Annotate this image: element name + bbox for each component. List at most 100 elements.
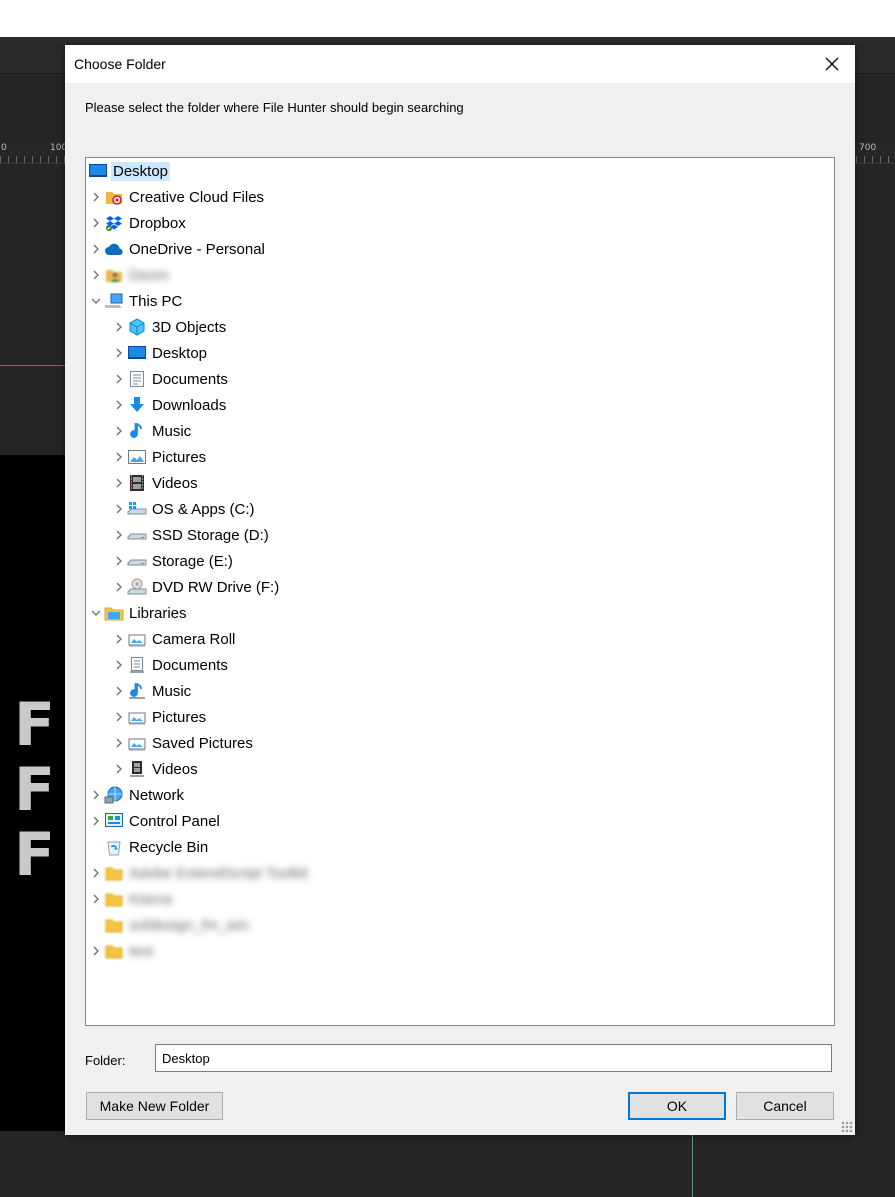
tree-item[interactable]: Videos: [111, 471, 200, 495]
chevron-right-icon[interactable]: [111, 627, 127, 651]
chevron-right-icon[interactable]: [88, 237, 104, 261]
tree-item-label: Dropbox: [129, 214, 186, 232]
ruler-label: 0: [1, 143, 7, 153]
tree-item[interactable]: Network: [88, 783, 186, 807]
chevron-right-icon[interactable]: [88, 263, 104, 287]
ok-button[interactable]: OK: [628, 1092, 726, 1120]
tree-item[interactable]: Deom: [88, 263, 171, 287]
tree-item[interactable]: Creative Cloud Files: [88, 185, 266, 209]
tree-item-label: Documents: [152, 656, 228, 674]
tree-item[interactable]: Videos: [111, 757, 200, 781]
tree-item[interactable]: Recycle Bin: [88, 835, 210, 859]
cancel-button[interactable]: Cancel: [736, 1092, 834, 1120]
tree-item[interactable]: Music: [111, 679, 193, 703]
tree-item[interactable]: Pictures: [111, 445, 208, 469]
dialog-title-bar: Choose Folder: [65, 45, 855, 83]
tree-item-label: Videos: [152, 474, 198, 492]
chevron-down-icon[interactable]: [88, 601, 104, 625]
documents-icon: [127, 369, 147, 389]
chevron-right-icon[interactable]: [111, 445, 127, 469]
tree-item[interactable]: OneDrive - Personal: [88, 237, 267, 261]
chevron-right-icon[interactable]: [111, 731, 127, 755]
tree-item[interactable]: DVD RW Drive (F:): [111, 575, 281, 599]
tree-item[interactable]: Pictures: [111, 705, 208, 729]
chevron-right-icon[interactable]: [111, 523, 127, 547]
library-music-icon: [127, 681, 147, 701]
chevron-right-icon[interactable]: [88, 887, 104, 911]
tree-item[interactable]: Desktop: [111, 341, 209, 365]
tree-item[interactable]: OS & Apps (C:): [111, 497, 257, 521]
tree-item[interactable]: Saved Pictures: [111, 731, 255, 755]
choose-folder-dialog: Choose Folder Please select the folder w…: [65, 45, 855, 1135]
chevron-right-icon[interactable]: [88, 185, 104, 209]
close-button[interactable]: [809, 45, 855, 83]
libraries-icon: [104, 603, 124, 623]
tree-item[interactable]: Klarna: [88, 887, 174, 911]
guide-line: [0, 365, 70, 366]
chevron-right-icon[interactable]: [88, 783, 104, 807]
chevron-right-icon[interactable]: [111, 367, 127, 391]
tree-item-label: sofdesign_fm_win: [129, 916, 250, 934]
control-panel-icon: [104, 811, 124, 831]
folder-input[interactable]: [155, 1044, 832, 1072]
chevron-right-icon[interactable]: [111, 549, 127, 573]
chevron-right-icon[interactable]: [111, 471, 127, 495]
ruler-label: 700: [859, 143, 877, 153]
tree-item[interactable]: Documents: [111, 367, 230, 391]
chevron-right-icon[interactable]: [111, 575, 127, 599]
pictures-icon: [127, 447, 147, 467]
chevron-right-icon[interactable]: [88, 211, 104, 235]
tree-item-label: Desktop: [111, 161, 171, 181]
tree-item[interactable]: Downloads: [111, 393, 228, 417]
chevron-down-icon[interactable]: [88, 289, 104, 313]
tree-item-label: Deom: [129, 266, 170, 284]
tree-item[interactable]: Adobe ExtendScript Toolkit: [88, 861, 310, 885]
chevron-right-icon[interactable]: [88, 939, 104, 963]
chevron-right-icon[interactable]: [111, 393, 127, 417]
music-note-icon: [127, 421, 147, 441]
dialog-title: Choose Folder: [74, 56, 166, 72]
tree-item[interactable]: Dropbox: [88, 211, 188, 235]
make-new-folder-button[interactable]: Make New Folder: [86, 1092, 223, 1120]
tree-item[interactable]: Libraries: [88, 601, 189, 625]
top-white-strip: [0, 0, 895, 37]
chevron-right-icon[interactable]: [111, 653, 127, 677]
chevron-right-icon[interactable]: [111, 705, 127, 729]
tree-item[interactable]: Desktop: [88, 159, 171, 183]
resize-grip-icon[interactable]: [841, 1121, 853, 1133]
tree-item-label: OS & Apps (C:): [152, 500, 255, 518]
chevron-right-icon[interactable]: [88, 809, 104, 833]
tree-item[interactable]: SSD Storage (D:): [111, 523, 271, 547]
tree-item[interactable]: Documents: [111, 653, 230, 677]
drive-icon: [127, 525, 147, 545]
tree-item[interactable]: Music: [111, 419, 193, 443]
tree-item-label: Pictures: [152, 448, 207, 466]
chevron-right-icon[interactable]: [111, 341, 127, 365]
tree-item[interactable]: Storage (E:): [111, 549, 235, 573]
tree-item-label: Documents: [152, 370, 228, 388]
chevron-right-icon[interactable]: [111, 679, 127, 703]
tree-item[interactable]: Control Panel: [88, 809, 222, 833]
chevron-right-icon[interactable]: [111, 497, 127, 521]
tree-item-label: OneDrive - Personal: [129, 240, 265, 258]
tree-item[interactable]: Camera Roll: [111, 627, 237, 651]
tree-item-label: test: [129, 942, 154, 960]
folder-icon: [104, 863, 124, 883]
computer-icon: [104, 291, 124, 311]
tree-item[interactable]: test: [88, 939, 155, 963]
chevron-right-icon[interactable]: [111, 757, 127, 781]
chevron-right-icon[interactable]: [111, 315, 127, 339]
folder-tree[interactable]: Desktop Creative Cloud Files Dropbox OneDri…: [85, 157, 835, 1026]
tree-item[interactable]: This PC: [88, 289, 184, 313]
folder-label: Folder:: [85, 1053, 126, 1068]
tree-item[interactable]: 3D Objects: [111, 315, 228, 339]
creative-cloud-folder-icon: [104, 187, 124, 207]
chevron-right-icon[interactable]: [111, 419, 127, 443]
tree-item-label: Videos: [152, 760, 198, 778]
library-videos-icon: [127, 759, 147, 779]
dropbox-icon: [104, 213, 124, 233]
tree-item[interactable]: sofdesign_fm_win: [88, 913, 251, 937]
chevron-right-icon[interactable]: [88, 861, 104, 885]
system-drive-icon: [127, 499, 147, 519]
canvas-letter: F: [14, 690, 55, 760]
